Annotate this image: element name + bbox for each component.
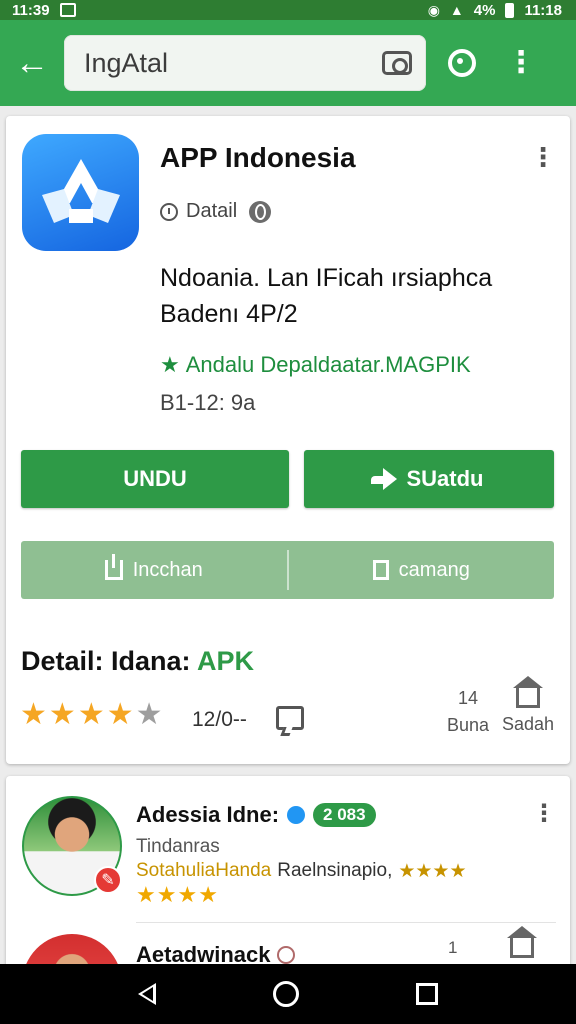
- star-icon: ★: [160, 352, 180, 377]
- app-description-line1: Ndoania. Lan IFicah ırsiaphca: [160, 264, 493, 292]
- review-divider: [136, 922, 556, 923]
- share-button[interactable]: SUatdu: [304, 450, 554, 508]
- review-text-body: Raelnsinapio,: [277, 860, 393, 881]
- app-details-card: APP Indonesia ⋮ Datail Ndoania. Lan IFic…: [6, 116, 570, 764]
- second-home-stat[interactable]: [507, 926, 537, 958]
- download-icon: [104, 554, 123, 580]
- document-icon: [372, 560, 389, 580]
- star-icon: ★: [198, 882, 218, 907]
- secondary-left-button[interactable]: Incchan: [21, 541, 287, 599]
- star-icon: ★: [77, 698, 105, 731]
- second-stat-value: 1: [448, 938, 458, 957]
- review-overflow-menu-icon[interactable]: ⋮: [532, 802, 556, 826]
- rating-stars: ★ ★ ★ ★ ★: [20, 700, 163, 730]
- camera-icon[interactable]: [382, 51, 412, 75]
- review-text: SotahuliaHanda Raelnsinapio, ★★★★: [136, 860, 467, 883]
- overflow-menu-icon[interactable]: ⋮: [506, 48, 536, 78]
- half-star-icon: ★: [135, 698, 163, 731]
- reviewer-subtitle: Tindanras: [136, 836, 220, 857]
- stat-home[interactable]: Sadah: [498, 676, 558, 735]
- card-overflow-menu-icon[interactable]: ⋮: [530, 144, 556, 170]
- verified-dot-icon: [287, 806, 306, 824]
- release-date: B1-12: 9a: [160, 390, 256, 415]
- detail-title-prefix: Detail: Idana:: [21, 646, 198, 676]
- app-description-line2: Badenı 4P/2: [160, 300, 298, 328]
- status-time-left: 11:39: [12, 1, 50, 19]
- secondary-right-label: camang: [398, 558, 470, 581]
- battery-percent: 4%: [473, 1, 496, 19]
- reviewer-badge: 2 083: [313, 803, 376, 827]
- edit-badge-icon: ✎: [94, 866, 122, 894]
- star-icon: ★: [136, 882, 156, 907]
- reviewer-row: Adessia Idne: 2 083: [136, 802, 376, 828]
- app-bar: ← IngAtal ⋮: [0, 20, 576, 106]
- detail-label: Datail: [186, 200, 238, 222]
- battery-icon: [505, 2, 515, 18]
- signal-icon: ▲: [449, 2, 464, 18]
- wifi-icon: ◉: [427, 1, 440, 18]
- stat1-value: 14: [457, 688, 479, 708]
- navigation-bar: [0, 964, 576, 1024]
- status-time-right: 11:18: [524, 1, 562, 19]
- developer-row[interactable]: ★ Andalu Depaldaatar.MAGPIK: [160, 352, 471, 378]
- search-input[interactable]: IngAtal: [64, 35, 426, 91]
- review-card: ✎ Adessia Idne: 2 083 ⋮ Tindanras Sotahu…: [6, 776, 570, 976]
- detail-section-title: Detail: Idana: APK: [21, 646, 254, 677]
- star-icon: ★: [177, 882, 198, 907]
- reviewer-name[interactable]: Adessia Idne:: [136, 802, 279, 828]
- feedback-icon[interactable]: [448, 49, 476, 77]
- stat2-label: Sadah: [501, 714, 555, 734]
- nav-recents-icon[interactable]: [415, 983, 438, 1005]
- star-icon: ★: [48, 698, 76, 731]
- info-icon: [276, 946, 295, 964]
- developer-name[interactable]: Andalu Depaldaatar.MAGPIK: [186, 352, 471, 378]
- review-text-highlight: SotahuliaHanda: [136, 860, 272, 881]
- star-icon: ★: [106, 698, 134, 731]
- globe-icon: [249, 200, 272, 223]
- install-button[interactable]: UNDU: [21, 450, 289, 508]
- star-icon: ★: [156, 882, 177, 907]
- home-icon: [513, 676, 543, 708]
- second-stat[interactable]: 1: [448, 938, 457, 958]
- secondary-right-button[interactable]: camang: [289, 541, 555, 599]
- star-icon: ★: [20, 698, 47, 731]
- share-arrow-icon: [370, 468, 397, 490]
- search-input-text[interactable]: IngAtal: [84, 48, 382, 79]
- app-logo-icon: [22, 134, 139, 251]
- back-arrow-icon[interactable]: ←: [0, 20, 64, 106]
- star-icon: ★★★★: [398, 861, 467, 882]
- nav-back-icon[interactable]: [138, 983, 157, 1005]
- nav-home-icon[interactable]: [272, 981, 299, 1007]
- clock-icon: [160, 202, 178, 221]
- app-title: APP Indonesia: [160, 142, 356, 173]
- secondary-action-bar: Incchan camang: [21, 541, 554, 599]
- review-stars: ★ ★ ★ ★: [136, 884, 218, 906]
- review-count: 12/0--: [192, 708, 247, 731]
- stat-downloads[interactable]: 14 Buna: [438, 688, 498, 736]
- comment-icon[interactable]: [276, 706, 304, 730]
- status-bar: 11:39 ◉ ▲ 4% 11:18: [0, 0, 576, 20]
- secondary-left-label: Incchan: [132, 558, 203, 581]
- gallery-notification-icon: [59, 3, 76, 17]
- stat1-label: Buna: [446, 715, 490, 735]
- home-icon: [507, 926, 537, 958]
- detail-title-accent: APK: [197, 646, 255, 676]
- install-button-label: UNDU: [123, 466, 187, 491]
- detail-row: Datail: [160, 200, 272, 223]
- share-button-label: SUatdu: [406, 466, 484, 491]
